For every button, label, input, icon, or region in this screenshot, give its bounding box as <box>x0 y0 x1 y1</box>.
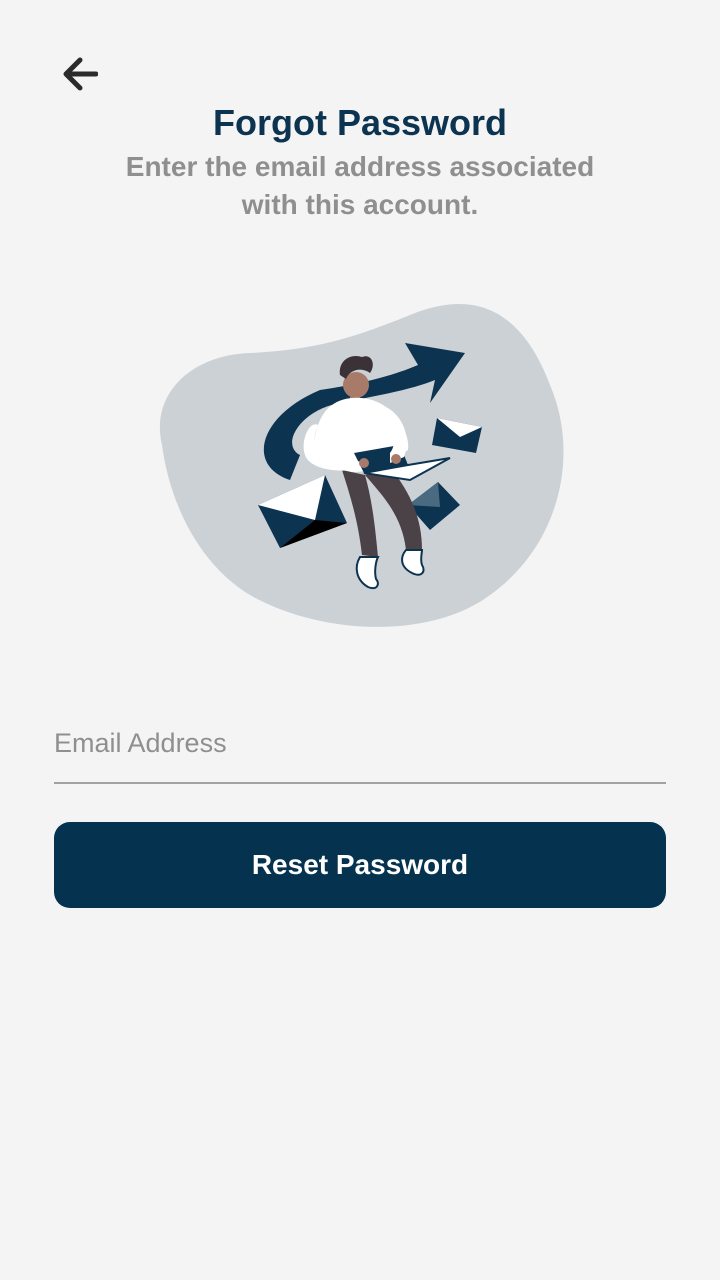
email-field-container <box>54 712 666 784</box>
forgot-password-illustration <box>150 295 570 635</box>
back-button[interactable] <box>50 50 106 98</box>
person-with-laptop-sending-mail-illustration <box>159 303 564 627</box>
reset-password-button[interactable]: Reset Password <box>54 822 666 908</box>
page-title: Forgot Password <box>212 102 508 143</box>
page-subtitle: Enter the email address associated with … <box>125 151 595 220</box>
email-field[interactable] <box>54 712 666 774</box>
arrow-left-icon <box>63 57 98 91</box>
